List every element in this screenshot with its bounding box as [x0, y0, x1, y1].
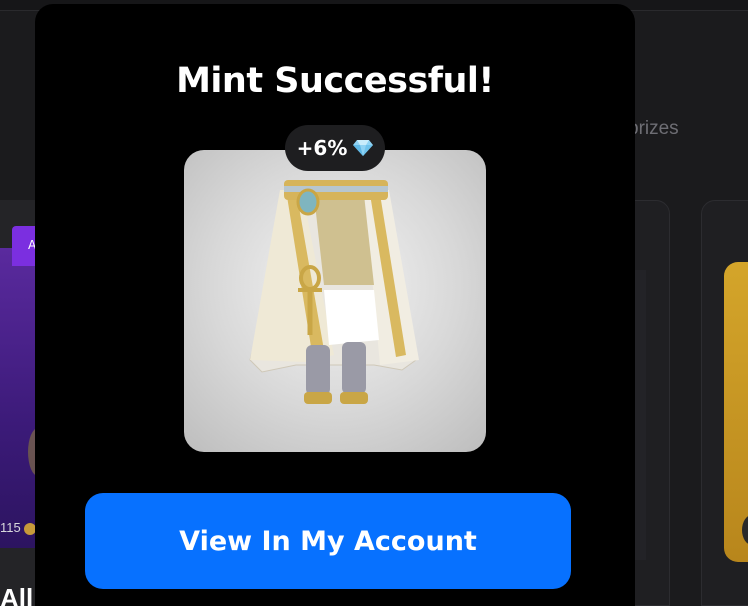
diamond-icon — [353, 140, 374, 156]
modal-title: Mint Successful! — [176, 61, 494, 101]
robe-item-image — [249, 180, 419, 404]
mint-success-modal: Mint Successful! +6% View In My Account — [35, 4, 635, 606]
background-card-right-image — [724, 262, 748, 562]
prizes-label: prizes — [628, 118, 679, 139]
view-in-account-button[interactable]: View In My Account — [85, 493, 571, 589]
coin-icon — [23, 522, 36, 535]
bonus-badge: +6% — [285, 125, 385, 171]
bonus-text: +6% — [296, 136, 348, 160]
background-card-price: 115 — [0, 520, 36, 535]
minted-item-image — [184, 150, 486, 452]
background-section-title: All — [0, 583, 34, 606]
